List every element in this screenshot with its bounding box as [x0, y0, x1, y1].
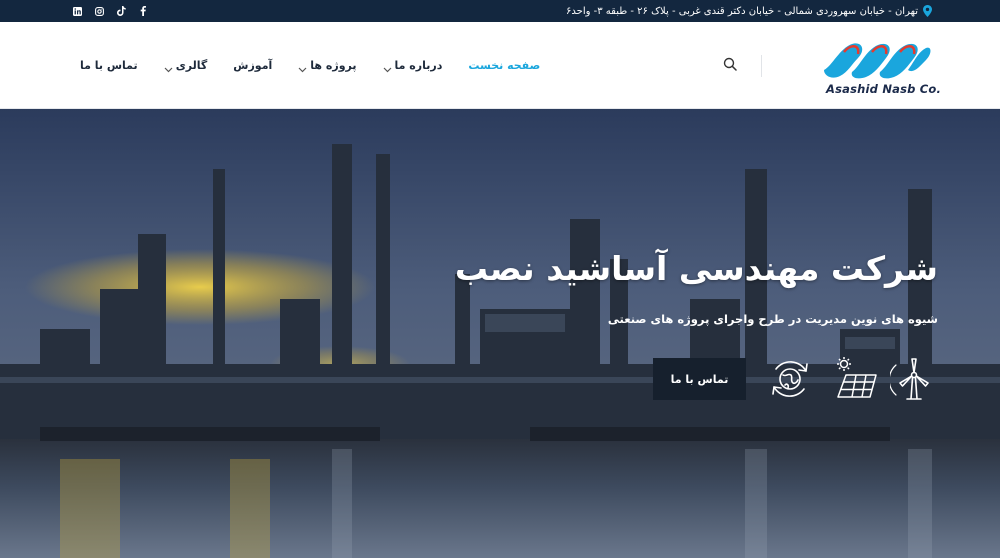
company-logo[interactable]: Asashid Nasb Co.: [822, 36, 941, 98]
eco-recycle-icon: [766, 355, 814, 403]
nav-item-about[interactable]: درباره ما: [383, 59, 443, 72]
instagram-icon[interactable]: [94, 6, 104, 16]
chevron-down-icon: [383, 63, 392, 72]
nav-item-label: درباره ما: [394, 59, 443, 72]
chevron-down-icon: [298, 63, 307, 72]
nav-item-training[interactable]: آموزش: [233, 59, 272, 72]
tiktok-icon[interactable]: [116, 6, 126, 16]
address-text: تهران - خیابان سهروردی شمالی - خیابان دک…: [566, 5, 918, 17]
hero-title: شرکت مهندسی آساشید نصب: [454, 249, 938, 288]
nav-item-label: تماس با ما: [80, 59, 138, 72]
wind-turbine-icon: [888, 355, 938, 403]
nav-item-home[interactable]: صفحه نخست: [468, 59, 540, 72]
refinery-background-image: [0, 109, 1000, 558]
nav-item-projects[interactable]: پروژه ها: [298, 59, 357, 72]
nav-item-label: گالری: [175, 59, 208, 72]
solar-panel-icon: [832, 355, 880, 403]
search-icon[interactable]: [723, 56, 739, 72]
logo-mark: [824, 43, 931, 79]
main-navigation: صفحه نخست درباره ما پروژه ها آموزش گالری…: [80, 22, 540, 109]
hero-section: شرکت مهندسی آساشید نصب شیوه های نوین مدی…: [0, 109, 1000, 558]
linkedin-icon[interactable]: [72, 6, 82, 16]
address-line: تهران - خیابان سهروردی شمالی - خیابان دک…: [566, 0, 932, 22]
nav-item-label: پروژه ها: [310, 59, 357, 72]
hero-subtitle: شیوه های نوین مدیریت در طرح واجرای پروژه…: [607, 312, 938, 326]
nav-item-contact[interactable]: تماس با ما: [80, 59, 138, 72]
location-pin-icon: [923, 5, 932, 17]
chevron-down-icon: [164, 63, 173, 72]
top-bar: تهران - خیابان سهروردی شمالی - خیابان دک…: [0, 0, 1000, 22]
nav-item-gallery[interactable]: گالری: [164, 59, 208, 72]
logo-text: Asashid Nasb Co.: [826, 82, 942, 96]
facebook-icon[interactable]: [138, 6, 148, 16]
nav-item-label: صفحه نخست: [468, 59, 541, 72]
contact-us-button[interactable]: تماس با ما: [653, 358, 746, 400]
social-links: [72, 0, 148, 22]
header-divider: [761, 55, 762, 77]
nav-item-label: آموزش: [233, 59, 273, 72]
